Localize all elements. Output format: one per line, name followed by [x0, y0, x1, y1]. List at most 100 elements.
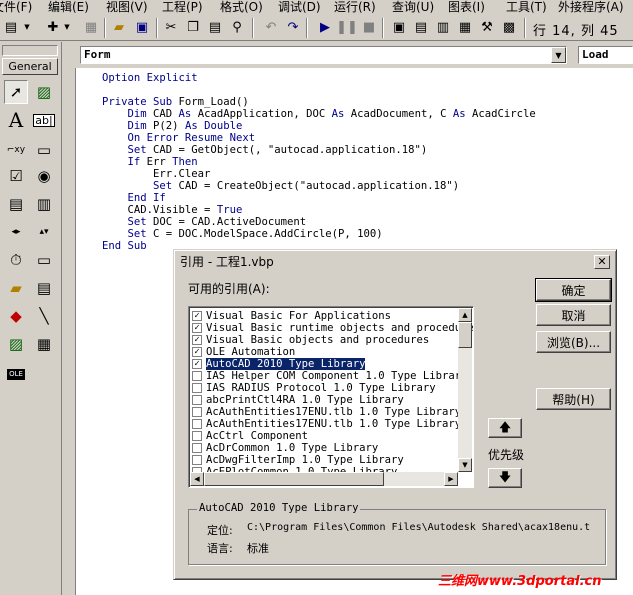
reference-item[interactable]: ✓ Visual Basic For Applications — [192, 310, 460, 322]
checkbox-icon[interactable] — [192, 455, 202, 465]
priority-up-button[interactable]: 🡅 — [488, 418, 522, 438]
code-editor[interactable]: Option Explicit Private Sub Form_Load() D… — [102, 72, 536, 252]
optionbutton-icon[interactable]: ◉ — [32, 164, 56, 188]
dirlist-icon[interactable]: ▰ — [4, 276, 28, 300]
ole-icon[interactable]: OLE — [4, 362, 28, 386]
toolbox-tab-general[interactable]: General — [2, 58, 58, 75]
reference-item[interactable]: ✓ Visual Basic runtime objects and proced… — [192, 322, 473, 334]
reference-item[interactable]: IAS RADIUS Protocol 1.0 Type Library — [192, 382, 460, 394]
object-browser-icon[interactable]: ▦ — [456, 18, 474, 36]
reference-item[interactable]: AcDrCommon 1.0 Type Library — [192, 442, 460, 454]
ok-button[interactable]: 确定 — [535, 278, 612, 302]
scroll-thumb[interactable] — [458, 322, 472, 348]
menu-item[interactable]: 编辑(E) — [48, 0, 89, 14]
menu-item[interactable]: 格式(O) — [220, 0, 263, 14]
reference-item[interactable]: AcAuthEntities17ENU.tlb 1.0 Type Library — [192, 418, 461, 430]
commandbutton-icon[interactable]: ▭ — [32, 138, 56, 162]
timer-icon[interactable]: ⏱ — [4, 248, 28, 272]
frame-icon[interactable]: ⌐xy — [4, 138, 28, 162]
dropdown-arrow-icon[interactable]: ▼ — [22, 18, 32, 36]
menu-item[interactable]: 文件(F) — [0, 0, 32, 14]
add-form-icon[interactable]: ✚ — [44, 18, 62, 36]
menu-item[interactable]: 调试(D) — [278, 0, 321, 14]
checked-checkbox-icon[interactable]: ✓ — [192, 359, 202, 369]
reference-item[interactable]: abcPrintCtl4RA 1.0 Type Library — [192, 394, 460, 406]
menu-item[interactable]: 图表(I) — [448, 0, 485, 14]
checked-checkbox-icon[interactable]: ✓ — [192, 323, 202, 333]
checkbox-icon[interactable] — [192, 383, 202, 393]
object-combo[interactable]: Form — [80, 46, 567, 64]
menu-item[interactable]: 查询(U) — [392, 0, 434, 14]
vscroll-icon[interactable]: ▴▾ — [32, 220, 56, 244]
checked-checkbox-icon[interactable]: ✓ — [192, 335, 202, 345]
cancel-button[interactable]: 取消 — [536, 304, 611, 326]
checkbox-icon[interactable] — [192, 371, 202, 381]
copy-icon[interactable]: ❐ — [184, 18, 202, 36]
cut-icon[interactable]: ✂ — [162, 18, 180, 36]
menu-item[interactable]: 工具(T) — [506, 0, 547, 14]
checkbox-icon[interactable] — [192, 419, 202, 429]
data-icon[interactable]: ▦ — [32, 332, 56, 356]
open-folder-icon[interactable]: ▰ — [110, 18, 128, 36]
textbox-icon[interactable]: ab| — [32, 108, 56, 132]
pointer-icon[interactable]: ➚ — [4, 80, 28, 104]
browse-button[interactable]: 浏览(B)... — [536, 331, 611, 353]
add-project-icon[interactable]: ▤ — [2, 18, 20, 36]
horizontal-scrollbar[interactable]: ◀ ▶ — [190, 472, 458, 486]
scroll-left-icon[interactable]: ◀ — [190, 472, 204, 486]
form-layout-icon[interactable]: ▥ — [434, 18, 452, 36]
image-icon[interactable]: ▨ — [4, 332, 28, 356]
filelist-icon[interactable]: ▤ — [32, 276, 56, 300]
scroll-right-icon[interactable]: ▶ — [444, 472, 458, 486]
procedure-combo[interactable]: Load — [578, 46, 633, 64]
paste-icon[interactable]: ▤ — [206, 18, 224, 36]
combobox-icon[interactable]: ▤ — [4, 192, 28, 216]
run-icon[interactable]: ▶ — [316, 18, 334, 36]
redo-icon[interactable]: ↷ — [284, 18, 302, 36]
properties-window-icon[interactable]: ▤ — [412, 18, 430, 36]
checked-checkbox-icon[interactable]: ✓ — [192, 311, 202, 321]
toolbox-icon[interactable]: ⚒ — [478, 18, 496, 36]
references-list[interactable]: ✓ Visual Basic For Applications ✓ Visual Ba… — [188, 306, 474, 488]
save-icon[interactable]: ▣ — [133, 18, 151, 36]
vertical-scrollbar[interactable]: ▲ ▼ — [458, 308, 472, 472]
reference-item[interactable]: IAS Helper COM Component 1.0 Type Librar… — [192, 370, 468, 382]
priority-down-button[interactable]: 🡇 — [488, 468, 522, 488]
reference-item[interactable]: AcCtrl Component — [192, 430, 460, 442]
menu-item[interactable]: 外接程序(A) — [558, 0, 624, 14]
undo-icon[interactable]: ↶ — [262, 18, 280, 36]
drivelist-icon[interactable]: ▭ — [32, 248, 56, 272]
dropdown-arrow-icon[interactable]: ▼ — [62, 18, 72, 36]
listbox-icon[interactable]: ▥ — [32, 192, 56, 216]
reference-item[interactable]: ✓ Visual Basic objects and procedures — [192, 334, 460, 346]
checkbox-icon[interactable] — [192, 443, 202, 453]
menu-item[interactable]: 视图(V) — [106, 0, 148, 14]
scroll-down-icon[interactable]: ▼ — [458, 458, 472, 472]
data-view-icon[interactable]: ▩ — [500, 18, 518, 36]
close-icon[interactable]: ✕ — [594, 255, 610, 269]
checkbox-icon[interactable]: ☑ — [4, 164, 28, 188]
stop-icon[interactable]: ■ — [360, 18, 378, 36]
menu-item[interactable]: 工程(P) — [162, 0, 203, 14]
hscroll-icon[interactable]: ◂▸ — [4, 220, 28, 244]
shape-icon[interactable]: ◆ — [4, 304, 28, 328]
line-icon[interactable]: ╲ — [32, 304, 56, 328]
find-icon[interactable]: ⚲ — [228, 18, 246, 36]
scroll-up-icon[interactable]: ▲ — [458, 308, 472, 322]
checkbox-icon[interactable] — [192, 407, 202, 417]
reference-item[interactable]: ✓ OLE Automation — [192, 346, 460, 358]
menu-item[interactable]: 运行(R) — [334, 0, 376, 14]
reference-item[interactable]: ✓ AutoCAD 2010 Type Library — [192, 358, 460, 370]
checked-checkbox-icon[interactable]: ✓ — [192, 347, 202, 357]
reference-item[interactable]: AcDwgFilterImp 1.0 Type Library — [192, 454, 460, 466]
label-icon[interactable]: A — [4, 108, 28, 132]
checkbox-icon[interactable] — [192, 395, 202, 405]
project-explorer-icon[interactable]: ▣ — [390, 18, 408, 36]
hscroll-thumb[interactable] — [204, 472, 384, 486]
pause-icon[interactable]: ❚❚ — [336, 18, 358, 36]
object-combo-arrow-icon[interactable]: ▼ — [551, 47, 566, 63]
help-button[interactable]: 帮助(H) — [536, 388, 611, 410]
reference-item[interactable]: AcAuthEntities17ENU.tlb 1.0 Type Library — [192, 406, 461, 418]
checkbox-icon[interactable] — [192, 431, 202, 441]
menu-editor-icon[interactable]: ▦ — [82, 18, 100, 36]
